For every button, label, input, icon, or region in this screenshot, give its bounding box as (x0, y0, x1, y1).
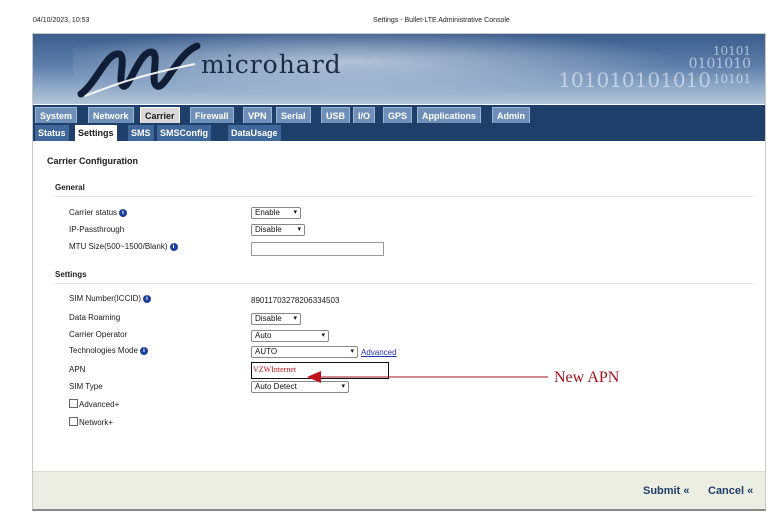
app-window: microhard 10101 0101010 101010101010 101… (32, 33, 766, 511)
chevron-down-icon: ▾ (293, 315, 297, 322)
annotation-label: New APN (554, 369, 620, 386)
tab-gps[interactable]: GPS (383, 107, 413, 123)
data-roaming-label: Data Roaming (69, 313, 121, 322)
carrier-status-label: Carrier status i (69, 208, 128, 217)
page-title: Carrier Configuration (47, 156, 139, 166)
divider (55, 196, 753, 197)
technologies-mode-select[interactable]: AUTO ▾ (251, 346, 358, 358)
tab-vpn[interactable]: VPN (243, 107, 272, 123)
apn-input[interactable]: VZWInternet (251, 362, 389, 379)
main-nav: System Network Carrier Firewall VPN Seri… (33, 105, 765, 123)
chevron-down-icon: ▾ (293, 209, 297, 216)
ip-passthrough-select[interactable]: Disable ▾ (251, 224, 305, 236)
tab-applications[interactable]: Applications (417, 107, 482, 123)
chevron-down-icon: ▾ (297, 226, 301, 233)
submit-button[interactable]: Submit « (643, 485, 689, 497)
group-title-settings: Settings (55, 270, 87, 279)
brand-name: microhard (201, 50, 342, 79)
apn-value: VZWInternet (253, 365, 297, 374)
checkbox-icon (69, 417, 78, 426)
carrier-status-select[interactable]: Enable ▾ (251, 207, 301, 219)
tab-network[interactable]: Network (88, 107, 134, 123)
ip-passthrough-label: IP-Passthrough (69, 225, 125, 234)
checkbox-icon (69, 399, 78, 408)
sim-type-select[interactable]: Auto Detect ▾ (251, 381, 349, 393)
print-header: 04/10/2023, 10:53 Settings - Bullet-LTE … (33, 17, 737, 29)
subtab-status[interactable]: Status (35, 125, 69, 141)
header-banner: microhard 10101 0101010 101010101010 101… (33, 34, 765, 104)
carrier-operator-label: Carrier Operator (69, 330, 128, 339)
tab-carrier[interactable]: Carrier (140, 107, 180, 123)
subtab-sms[interactable]: SMS (128, 125, 154, 141)
print-datetime: 04/10/2023, 10:53 (33, 17, 90, 24)
chevron-down-icon: ▾ (341, 383, 345, 390)
info-icon[interactable]: i (139, 347, 148, 355)
form-footer: Submit « Cancel « (33, 471, 765, 509)
tab-serial[interactable]: Serial (276, 107, 311, 123)
technologies-mode-label: Technologies Mode i (69, 346, 148, 355)
chevron-down-icon: ▾ (321, 332, 325, 339)
tab-io[interactable]: I/O (353, 107, 376, 123)
subtab-settings[interactable]: Settings (75, 125, 117, 141)
sim-type-label: SIM Type (69, 382, 103, 391)
tab-usb[interactable]: USB (321, 107, 351, 123)
info-icon[interactable]: i (169, 243, 178, 251)
advanced-link[interactable]: Advanced (361, 348, 397, 357)
apn-label: APN (69, 365, 86, 374)
print-title: Settings - Bullet-LTE Administrative Con… (373, 17, 510, 24)
tab-firewall[interactable]: Firewall (190, 107, 234, 123)
sim-number-label: SIM Number(ICCID) i (69, 294, 152, 303)
sim-number-value: 89011703278206334503 (251, 296, 340, 305)
network-checkbox[interactable]: Network+ (69, 417, 113, 427)
settings-form: Carrier Configuration General Carrier st… (33, 141, 765, 471)
binary-decoration: 10101 0101010 101010101010 10101 (558, 44, 751, 92)
subtab-smsconfig[interactable]: SMSConfig (157, 125, 211, 141)
mtu-size-input[interactable] (251, 242, 384, 256)
divider (55, 283, 753, 284)
microhard-logo-icon (77, 42, 201, 98)
tab-admin[interactable]: Admin (492, 107, 530, 123)
mtu-size-label: MTU Size(500~1500/Blank) i (69, 242, 178, 251)
sub-nav: Status Settings SMS SMSConfig DataUsage (33, 123, 765, 141)
data-roaming-select[interactable]: Disable ▾ (251, 313, 301, 325)
cancel-button[interactable]: Cancel « (708, 485, 753, 497)
subtab-datausage[interactable]: DataUsage (228, 125, 281, 141)
chevron-down-icon: ▾ (350, 348, 354, 355)
info-icon[interactable]: i (143, 295, 152, 303)
info-icon[interactable]: i (119, 209, 128, 217)
carrier-operator-select[interactable]: Auto ▾ (251, 330, 329, 342)
tab-system[interactable]: System (35, 107, 78, 123)
advanced-checkbox[interactable]: Advanced+ (69, 399, 119, 409)
group-title-general: General (55, 183, 85, 192)
